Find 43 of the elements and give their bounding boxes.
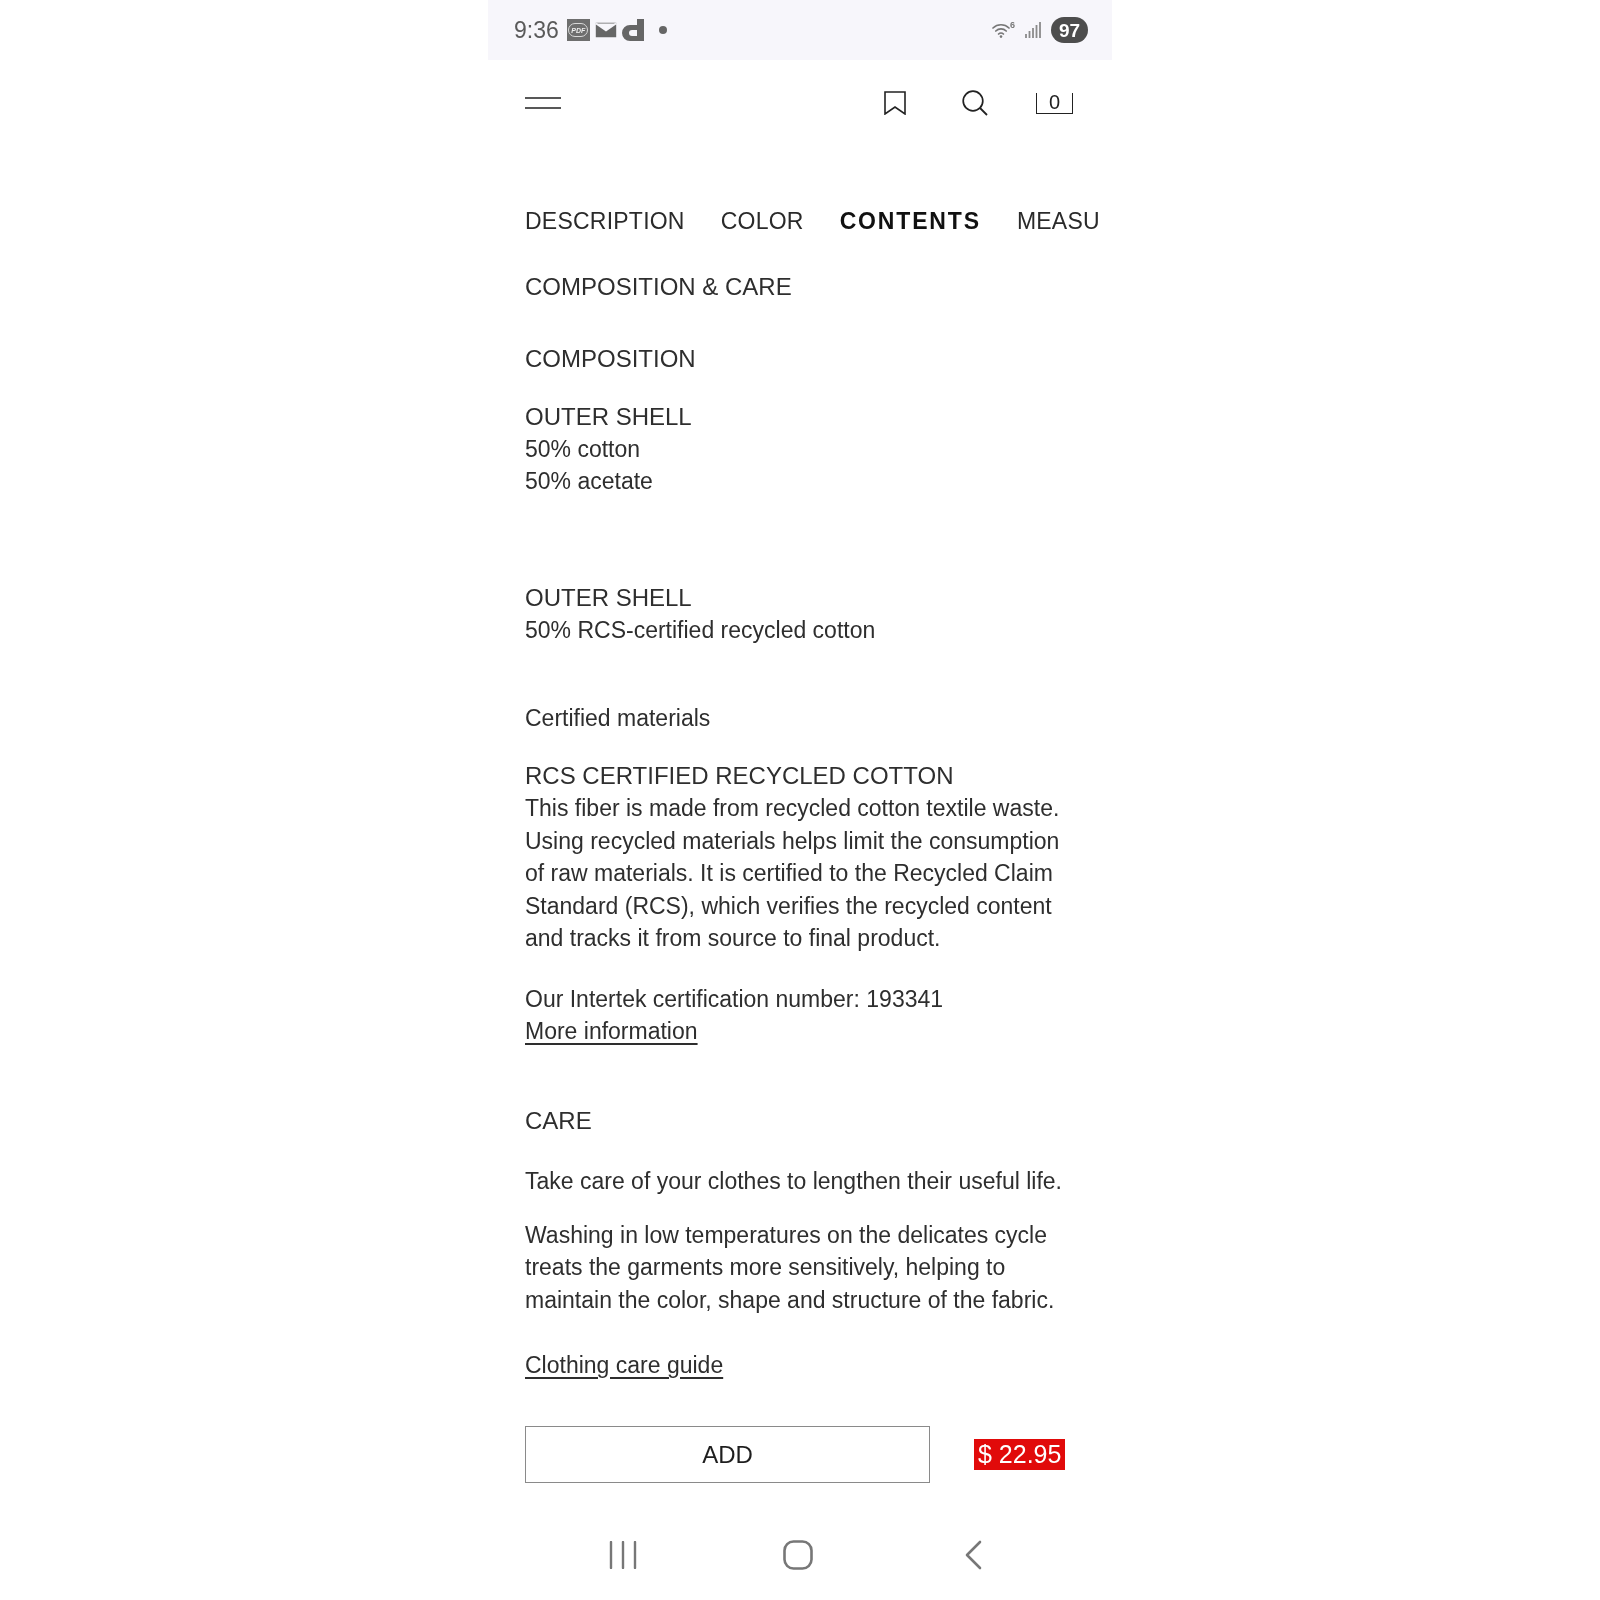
tab[interactable]: CONTENTS [839,203,981,239]
section-title: COMPOSITION & CARE [525,272,793,302]
more-information-link[interactable]: More information [525,1014,698,1047]
status-time: 9:36 [514,15,559,45]
back-button[interactable] [964,1540,982,1570]
menu-icon [525,97,561,109]
composition-line: 50% RCS-certified recycled cotton [525,616,877,645]
material-title: RCS CERTIFIED RECYCLED COTTON [525,761,955,791]
section-heading: CARE [525,1105,593,1136]
mail-icon [594,22,617,38]
recent-apps-button[interactable] [609,1541,637,1569]
recent-apps-icon [609,1541,637,1569]
price-tag: $ 22.95 [974,1439,1066,1470]
battery-level-indicator: 97 [1051,17,1088,43]
composition-line: 50% cotton [525,435,642,464]
notification-dot-icon [658,26,667,34]
group-title: OUTER SHELL [525,402,693,432]
tab[interactable]: DESCRIPTION [525,203,685,239]
material-description: This fiber is made from recycled cotton textile waste. Using recycled materials helps limit the consumption of raw materials. It is certified to the Recycled Claim Standard (RCS), which verifies the recycled content and tracks it from source to final product. [525,794,1061,953]
menu-button[interactable] [525,96,561,110]
back-icon [964,1540,982,1570]
care-intro: Take care of your clothes to lengthen their useful life. [525,1166,1063,1196]
tab[interactable]: COLOR [720,203,804,239]
home-icon [783,1540,813,1570]
home-button[interactable] [783,1540,813,1570]
group-title: OUTER SHELL [525,583,693,613]
section-heading: Certified materials [525,704,712,733]
add-button[interactable]: ADD [525,1426,930,1483]
tab[interactable]: MEASU [1016,203,1100,239]
composition-line: 50% acetate [525,467,654,496]
cart-button[interactable]: 0 [1036,92,1073,114]
bookmark-button[interactable] [884,91,906,115]
wifi-icon [992,22,1010,38]
signal-icon [1025,22,1041,38]
search-icon [962,90,988,116]
care-guide-link[interactable]: Clothing care guide [525,1349,724,1381]
search-button[interactable] [962,90,988,116]
app-logo-icon [621,19,644,41]
wifi-standard-label: 6 [1010,20,1015,30]
care-description: Washing in low temperatures on the delicates cycle treats the garments more sensitively, helping to maintain the color, shape and structure of the fabric. [525,1220,1056,1315]
section-heading: COMPOSITION [525,344,697,374]
certification-number: Our Intertek certification number: 193341 [525,984,945,1014]
bookmark-icon [884,91,906,115]
